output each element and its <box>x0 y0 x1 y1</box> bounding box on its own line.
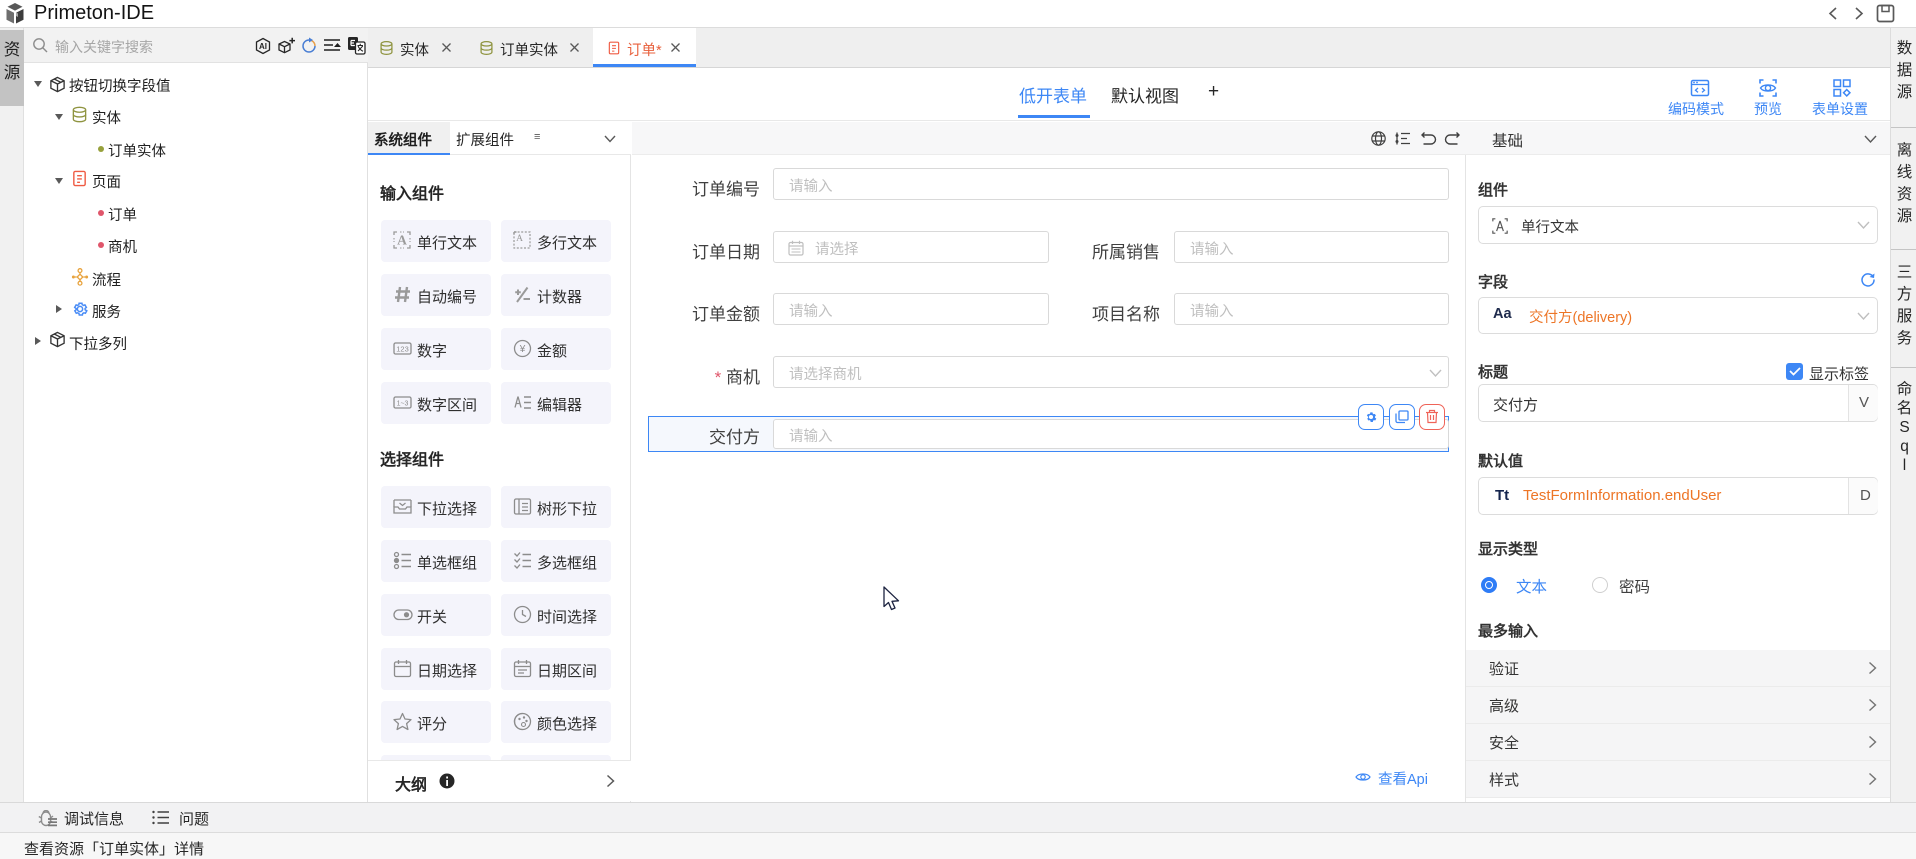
svg-text:¥: ¥ <box>519 344 526 355</box>
svg-text:A: A <box>516 234 523 244</box>
svg-text:A: A <box>397 233 407 248</box>
svg-text:123: 123 <box>396 345 409 354</box>
svg-text:1~3: 1~3 <box>397 401 409 408</box>
svg-text:AI: AI <box>259 42 267 51</box>
